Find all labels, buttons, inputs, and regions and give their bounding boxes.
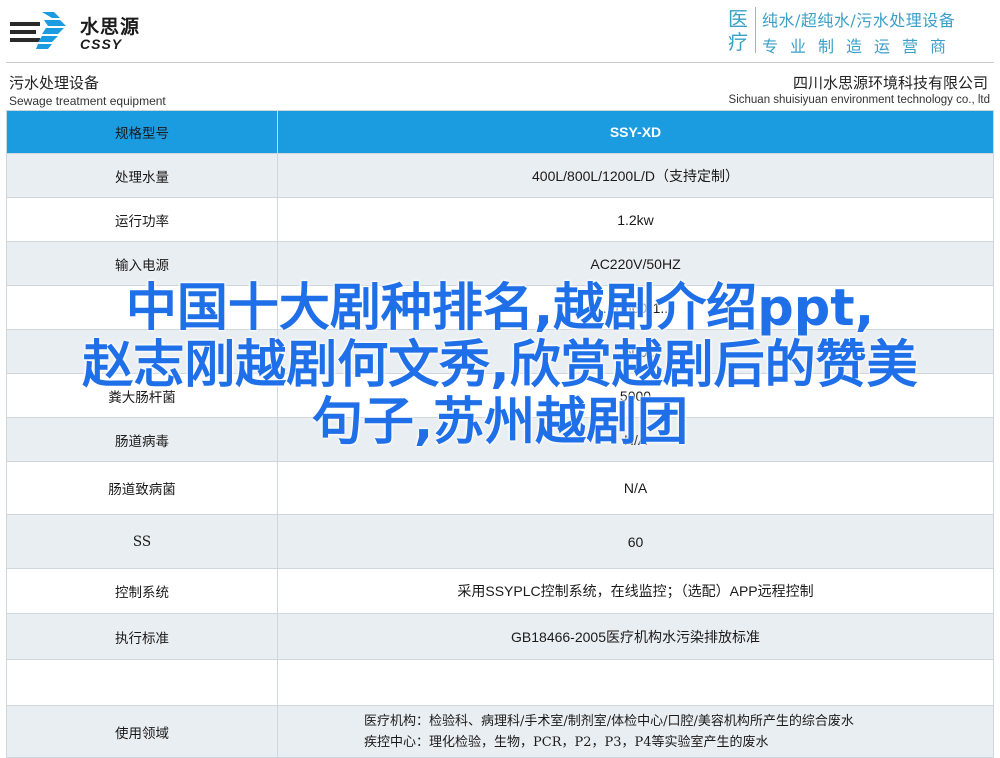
medical-badge: 医 疗: [724, 8, 752, 56]
usage-line-medical: 医疗机构：检验科、病理科/手术室/制剂室/体检中心/口腔/美容机构所产生的综合废…: [364, 713, 854, 729]
section-title-cn: 污水处理设备: [9, 74, 100, 92]
slogan-operator: 专业制造运营商: [762, 37, 959, 56]
company-name-en: Sichuan shuisiyuan environment technolog…: [728, 94, 990, 106]
table-row: SS 60: [6, 514, 994, 569]
table-header-row: 规格型号 SSY-XD: [6, 110, 994, 154]
usage-line-cdc: 疾控中心：理化检验，生物，PCR，P2，P3，P4等实验室产生的废水: [364, 734, 769, 750]
brand-bar: 水思源 CSSY 医 疗 纯水/超纯水/污水处理设备 专业制造运营商: [0, 0, 1000, 58]
row-value: 1.2kw: [277, 197, 994, 242]
row-value: GB18466-2005医疗机构水污染排放标准: [277, 613, 994, 660]
row-key: [6, 659, 278, 706]
row-value-usage: 医疗机构：检验科、病理科/手术室/制剂室/体检中心/口腔/美容机构所产生的综合废…: [277, 705, 994, 758]
badge-char-2: 疗: [728, 30, 748, 54]
row-key: 处理水量: [6, 153, 278, 198]
header-value-cell: SSY-XD: [277, 110, 994, 154]
table-row: 运行功率 1.2kw: [6, 197, 994, 242]
header-divider: [6, 62, 994, 63]
row-value: 400L/800L/1200L/D（支持定制）: [277, 153, 994, 198]
water-drop-logo-icon: [10, 12, 66, 49]
row-key: 使用领域: [6, 705, 278, 758]
logo-english-name: CSSY: [80, 36, 123, 52]
badge-divider: [755, 7, 756, 53]
row-key: 肠道致病菌: [6, 461, 278, 515]
overlay-line-2: 赵志刚越剧何文秀,欣赏越剧后的赞美: [82, 336, 918, 395]
table-row: [6, 659, 994, 706]
table-row: 控制系统 采用SSYPLC控制系统，在线监控；（选配）APP远程控制: [6, 568, 994, 614]
row-key: 运行功率: [6, 197, 278, 242]
overlay-headline[interactable]: 中国十大剧种排名,越剧介绍ppt, 赵志刚越剧何文秀,欣赏越剧后的赞美 句子,苏…: [0, 280, 1000, 451]
slogan-products: 纯水/超纯水/污水处理设备: [762, 11, 956, 30]
row-value: N/A: [277, 461, 994, 515]
company-logo[interactable]: 水思源 CSSY: [8, 6, 148, 52]
table-row: 处理水量 400L/800L/1200L/D（支持定制）: [6, 153, 994, 198]
row-key: 执行标准: [6, 613, 278, 660]
section-title-en: Sewage treatment equipment: [9, 94, 166, 108]
row-value: 60: [277, 514, 994, 569]
row-value: 采用SSYPLC控制系统，在线监控；（选配）APP远程控制: [277, 568, 994, 614]
row-value: [277, 659, 994, 706]
table-row: 使用领域 医疗机构：检验科、病理科/手术室/制剂室/体检中心/口腔/美容机构所产…: [6, 705, 994, 758]
row-key: 控制系统: [6, 568, 278, 614]
company-name-cn: 四川水思源环境科技有限公司: [792, 74, 988, 92]
row-key: SS: [6, 514, 278, 569]
table-row: 执行标准 GB18466-2005医疗机构水污染排放标准: [6, 613, 994, 660]
badge-char-1: 医: [728, 7, 748, 31]
overlay-line-1: 中国十大剧种排名,越剧介绍ppt,: [125, 279, 875, 338]
logo-chinese-name: 水思源: [80, 16, 141, 38]
header-key-cell: 规格型号: [6, 110, 278, 154]
table-row: 肠道致病菌 N/A: [6, 461, 994, 515]
overlay-line-3: 句子,苏州越剧团: [311, 393, 689, 452]
